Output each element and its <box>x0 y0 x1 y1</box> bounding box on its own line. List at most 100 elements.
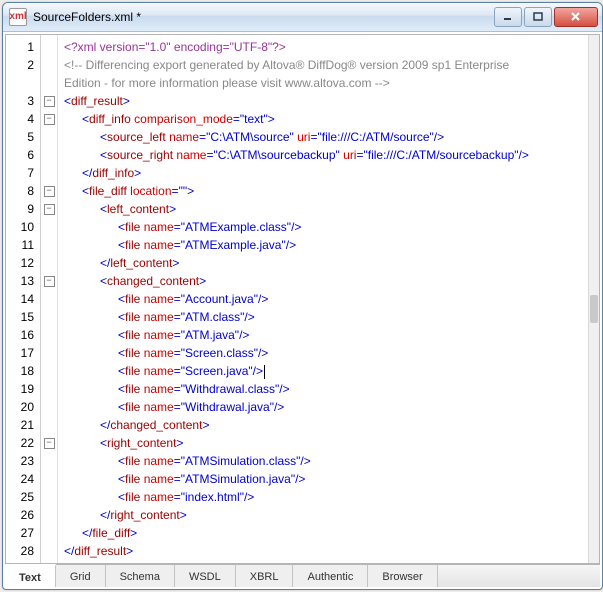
fold-cell <box>41 380 57 398</box>
view-tab-wsdl[interactable]: WSDL <box>175 565 236 587</box>
code-line[interactable]: </diff_result> <box>58 542 588 560</box>
line-number: 14 <box>6 290 40 308</box>
code-view[interactable]: <?xml version="1.0" encoding="UTF-8"?><!… <box>58 35 588 563</box>
code-line[interactable]: <file name="ATMExample.class"/> <box>58 218 588 236</box>
view-tab-grid[interactable]: Grid <box>56 565 106 587</box>
vertical-scrollbar[interactable] <box>588 35 599 563</box>
view-tab-schema[interactable]: Schema <box>106 565 175 587</box>
code-line[interactable]: <file name="ATM.java"/> <box>58 326 588 344</box>
fold-cell <box>41 218 57 236</box>
minimize-button[interactable] <box>494 7 522 27</box>
fold-cell <box>41 236 57 254</box>
code-line[interactable]: <right_content> <box>58 434 588 452</box>
fold-cell <box>41 290 57 308</box>
fold-cell <box>41 308 57 326</box>
line-number <box>6 74 40 92</box>
line-number: 21 <box>6 416 40 434</box>
line-number: 12 <box>6 254 40 272</box>
code-line[interactable]: <left_content> <box>58 200 588 218</box>
fold-cell <box>41 488 57 506</box>
code-line[interactable]: </diff_info> <box>58 164 588 182</box>
view-tabs: TextGridSchemaWSDLXBRLAuthenticBrowser <box>5 564 600 587</box>
code-line[interactable]: <file_diff location=""> <box>58 182 588 200</box>
code-line[interactable]: </right_content> <box>58 506 588 524</box>
code-line[interactable]: <file name="Withdrawal.class"/> <box>58 380 588 398</box>
fold-cell <box>41 56 57 74</box>
line-number: 4 <box>6 110 40 128</box>
line-number-gutter: 1234567891011121314151617181920212223242… <box>6 35 41 563</box>
fold-cell <box>41 362 57 380</box>
fold-cell: − <box>41 92 57 110</box>
line-number: 7 <box>6 164 40 182</box>
fold-cell <box>41 524 57 542</box>
line-number: 9 <box>6 200 40 218</box>
code-line[interactable]: <diff_info comparison_mode="text"> <box>58 110 588 128</box>
fold-toggle-icon[interactable]: − <box>44 96 55 107</box>
maximize-button[interactable] <box>524 7 552 27</box>
fold-cell <box>41 326 57 344</box>
code-line[interactable]: <file name="ATMSimulation.class"/> <box>58 452 588 470</box>
fold-cell <box>41 254 57 272</box>
line-number: 28 <box>6 542 40 560</box>
code-line[interactable]: <file name="Screen.class"/> <box>58 344 588 362</box>
line-number: 1 <box>6 38 40 56</box>
line-number: 16 <box>6 326 40 344</box>
editor-area: 1234567891011121314151617181920212223242… <box>5 34 600 564</box>
line-number: 8 <box>6 182 40 200</box>
line-number: 22 <box>6 434 40 452</box>
code-line[interactable]: </changed_content> <box>58 416 588 434</box>
fold-cell: − <box>41 110 57 128</box>
code-line[interactable]: <file name="ATMSimulation.java"/> <box>58 470 588 488</box>
title-bar[interactable]: xml SourceFolders.xml * <box>3 3 602 32</box>
fold-cell <box>41 470 57 488</box>
code-line[interactable]: <source_right name="C:\ATM\sourcebackup"… <box>58 146 588 164</box>
view-tab-authentic[interactable]: Authentic <box>293 565 368 587</box>
fold-cell: − <box>41 272 57 290</box>
code-line[interactable]: <file name="ATM.class"/> <box>58 308 588 326</box>
fold-cell: − <box>41 200 57 218</box>
code-line[interactable]: <file name="ATMExample.java"/> <box>58 236 588 254</box>
code-line[interactable]: </file_diff> <box>58 524 588 542</box>
code-line[interactable]: </left_content> <box>58 254 588 272</box>
fold-toggle-icon[interactable]: − <box>44 114 55 125</box>
window-title: SourceFolders.xml * <box>33 10 494 24</box>
code-line[interactable]: <file name="Account.java"/> <box>58 290 588 308</box>
line-number: 17 <box>6 344 40 362</box>
fold-cell <box>41 128 57 146</box>
fold-cell <box>41 146 57 164</box>
line-number: 2 <box>6 56 40 74</box>
close-button[interactable] <box>554 7 598 27</box>
fold-cell <box>41 398 57 416</box>
view-tab-xbrl[interactable]: XBRL <box>236 565 294 587</box>
fold-toggle-icon[interactable]: − <box>44 204 55 215</box>
scrollbar-thumb[interactable] <box>590 295 598 323</box>
fold-column: − − − − − − <box>41 35 58 563</box>
code-line[interactable]: <file name="Withdrawal.java"/> <box>58 398 588 416</box>
fold-cell <box>41 542 57 560</box>
code-line[interactable]: <?xml version="1.0" encoding="UTF-8"?> <box>58 38 588 56</box>
code-line[interactable]: <file name="index.html"/> <box>58 488 588 506</box>
line-number: 25 <box>6 488 40 506</box>
line-number: 18 <box>6 362 40 380</box>
code-line[interactable]: <changed_content> <box>58 272 588 290</box>
fold-cell <box>41 416 57 434</box>
file-type-icon: xml <box>9 8 27 26</box>
line-number: 23 <box>6 452 40 470</box>
code-line[interactable]: <file name="Screen.java"/> <box>58 362 588 380</box>
line-number: 19 <box>6 380 40 398</box>
fold-cell <box>41 344 57 362</box>
fold-toggle-icon[interactable]: − <box>44 438 55 449</box>
code-line[interactable]: Edition - for more information please vi… <box>58 74 588 92</box>
code-line[interactable]: <!-- Differencing export generated by Al… <box>58 56 588 74</box>
window-buttons <box>494 7 598 27</box>
fold-cell <box>41 164 57 182</box>
line-number: 3 <box>6 92 40 110</box>
code-line[interactable]: <diff_result> <box>58 92 588 110</box>
view-tab-browser[interactable]: Browser <box>368 565 437 587</box>
code-line[interactable]: <source_left name="C:\ATM\source" uri="f… <box>58 128 588 146</box>
fold-toggle-icon[interactable]: − <box>44 276 55 287</box>
line-number: 26 <box>6 506 40 524</box>
view-tab-text[interactable]: Text <box>5 564 56 587</box>
fold-toggle-icon[interactable]: − <box>44 186 55 197</box>
fold-cell: − <box>41 434 57 452</box>
